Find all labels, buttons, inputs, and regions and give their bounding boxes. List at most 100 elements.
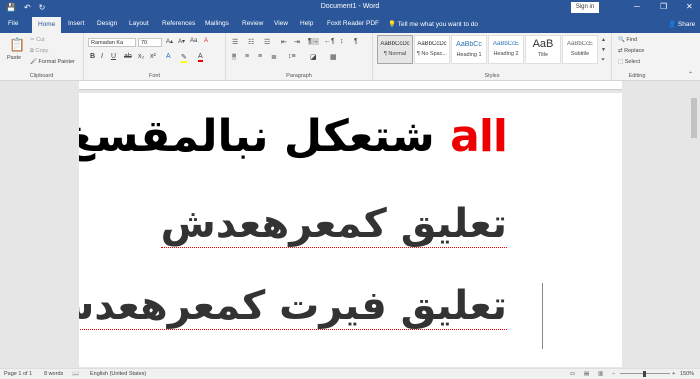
language-indicator[interactable]: English (United States): [90, 371, 146, 377]
tab-foxit-reader-pdf[interactable]: Foxit Reader PDF: [327, 20, 379, 27]
align-center-icon[interactable]: ≡: [245, 53, 249, 60]
change-case-icon[interactable]: Aa: [190, 38, 197, 44]
tab-view[interactable]: View: [274, 20, 288, 27]
style-heading-2[interactable]: AaBbCcE Heading 2: [488, 35, 524, 64]
style-title[interactable]: AaB Title: [525, 35, 561, 64]
paragraph-group: ☰ ☷ ☲ ⇤ ⇥ ¶→ ←¶ ↕ ¶ ≡ ≡ ≡ ≣ ↕≡ ◪ ▦ Parag…: [226, 33, 373, 80]
font-color-icon[interactable]: A: [198, 53, 203, 62]
find-label: Find: [626, 37, 638, 43]
borders-icon[interactable]: ▦: [330, 53, 337, 61]
grow-font-icon[interactable]: A▴: [166, 38, 173, 45]
cut-button[interactable]: ✂ Cut: [30, 37, 45, 43]
highlight-icon[interactable]: ✎: [181, 53, 187, 63]
subscript-icon[interactable]: x₂: [138, 53, 144, 60]
tab-layout[interactable]: Layout: [129, 20, 149, 27]
paste-icon[interactable]: 📋: [9, 37, 25, 53]
web-layout-icon[interactable]: ▥: [598, 371, 603, 377]
sort-icon[interactable]: ↕: [340, 38, 344, 45]
close-icon[interactable]: ✕: [686, 2, 693, 11]
zoom-slider-thumb[interactable]: [643, 371, 646, 377]
tab-insert[interactable]: Insert: [68, 20, 84, 27]
line-spacing-icon[interactable]: ↕≡: [288, 53, 296, 60]
word-count[interactable]: 8 words: [44, 371, 63, 377]
align-right-icon[interactable]: ≡: [258, 53, 262, 60]
numbering-icon[interactable]: ☷: [248, 38, 254, 46]
style-preview: AaBbCcE: [566, 41, 593, 47]
tab-references[interactable]: References: [162, 20, 195, 27]
styles-more-icon[interactable]: ⏷: [601, 57, 605, 63]
proofing-icon[interactable]: 📖: [72, 371, 79, 377]
shrink-font-icon[interactable]: A▾: [178, 38, 185, 45]
styles-scroll-up-icon[interactable]: ▲: [601, 37, 606, 43]
cut-label: Cut: [36, 37, 45, 43]
styles-group: AaBbCcDc ¶ Normal AaBbCcDc ¶ No Spac... …: [373, 33, 612, 80]
italic-icon[interactable]: I: [101, 53, 103, 60]
strikethrough-icon[interactable]: ab: [124, 53, 132, 60]
format-painter-label: Format Painter: [38, 59, 75, 65]
format-painter-button[interactable]: 🖌 Format Painter: [30, 59, 75, 65]
tell-me-search[interactable]: 💡 Tell me what you want to do: [388, 20, 478, 28]
vertical-scrollbar[interactable]: [690, 90, 698, 367]
document-line-1-red-text: all: [450, 111, 508, 162]
show-marks-icon[interactable]: ¶: [354, 38, 358, 45]
editing-group: 🔍 Find ⇄ Replace ⬚ Select Editing: [612, 33, 662, 80]
underline-icon[interactable]: U: [111, 53, 116, 60]
replace-button[interactable]: ⇄ Replace: [618, 48, 644, 54]
copy-button[interactable]: ⧉ Copy: [30, 48, 48, 55]
zoom-level[interactable]: 150%: [680, 371, 694, 377]
document-page[interactable]: شتعكل نبالمقسغ all تعليق كمعرهعدش تعليق …: [79, 93, 622, 367]
find-button[interactable]: 🔍 Find: [618, 37, 637, 43]
style-normal[interactable]: AaBbCcDc ¶ Normal: [377, 35, 413, 64]
clear-formatting-icon[interactable]: A: [204, 38, 208, 44]
document-line-3: تعليق فيرت كمعرهعدش: [79, 283, 507, 330]
bullets-icon[interactable]: ☰: [232, 38, 238, 46]
minimize-icon[interactable]: ─: [634, 2, 640, 11]
style-heading-1[interactable]: AaBbCc Heading 1: [451, 35, 487, 64]
style-name: ¶ Normal: [383, 51, 407, 57]
restore-icon[interactable]: ❐: [660, 2, 667, 11]
justify-icon[interactable]: ≣: [271, 53, 277, 61]
tab-design[interactable]: Design: [97, 20, 117, 27]
tab-file[interactable]: File: [8, 20, 18, 27]
ltr-icon[interactable]: ¶→: [308, 38, 319, 45]
ruler: [79, 81, 622, 90]
title-bar: 💾 ↶ ↻ Document1 - Word Sign in ─ ❐ ✕: [0, 0, 700, 16]
increase-indent-icon[interactable]: ⇥: [294, 38, 300, 46]
tab-help[interactable]: Help: [300, 20, 313, 27]
paste-button[interactable]: Paste: [7, 55, 21, 61]
font-group: Ramadan Ka 70 A▴ A▾ Aa A B I U ab x₂ x² …: [84, 33, 226, 80]
zoom-in-icon[interactable]: +: [672, 371, 675, 377]
zoom-out-icon[interactable]: −: [612, 371, 615, 377]
tab-review[interactable]: Review: [242, 20, 263, 27]
font-name-combo[interactable]: Ramadan Ka: [88, 38, 136, 47]
style-subtitle[interactable]: AaBbCcE Subtitle: [562, 35, 598, 64]
superscript-icon[interactable]: x²: [150, 53, 156, 60]
sign-in-button[interactable]: Sign in: [571, 2, 599, 13]
multilevel-list-icon[interactable]: ☲: [264, 38, 270, 46]
print-layout-icon[interactable]: ▤: [584, 371, 589, 377]
style-no-spacing[interactable]: AaBbCcDc ¶ No Spac...: [414, 35, 450, 64]
select-button[interactable]: ⬚ Select: [618, 59, 640, 65]
bold-icon[interactable]: B: [90, 53, 95, 60]
scrollbar-thumb[interactable]: [691, 98, 697, 138]
tab-mailings[interactable]: Mailings: [205, 20, 229, 27]
rtl-icon[interactable]: ←¶: [324, 38, 335, 45]
shading-icon[interactable]: ◪: [310, 53, 317, 61]
style-name: Heading 1: [456, 52, 482, 58]
paragraph-group-label: Paragraph: [286, 73, 312, 79]
align-left-icon[interactable]: ≡: [232, 53, 237, 60]
share-button[interactable]: 👤 Share: [668, 20, 695, 28]
decrease-indent-icon[interactable]: ⇤: [281, 38, 287, 46]
tell-me-text: Tell me what you want to do: [397, 21, 479, 28]
page-count[interactable]: Page 1 of 1: [4, 371, 32, 377]
copy-label: Copy: [35, 48, 49, 54]
text-effects-icon[interactable]: A: [166, 53, 171, 60]
style-preview: AaBbCcDc: [380, 41, 410, 47]
editing-group-label: Editing: [628, 73, 646, 79]
read-mode-icon[interactable]: ▭: [570, 371, 575, 377]
font-size-combo[interactable]: 70: [138, 38, 162, 47]
tab-home[interactable]: Home: [32, 17, 62, 33]
collapse-ribbon-icon[interactable]: ⌃: [688, 71, 693, 78]
styles-scroll-down-icon[interactable]: ▼: [601, 47, 606, 53]
clipboard-group-label: Clipboard: [29, 73, 54, 79]
